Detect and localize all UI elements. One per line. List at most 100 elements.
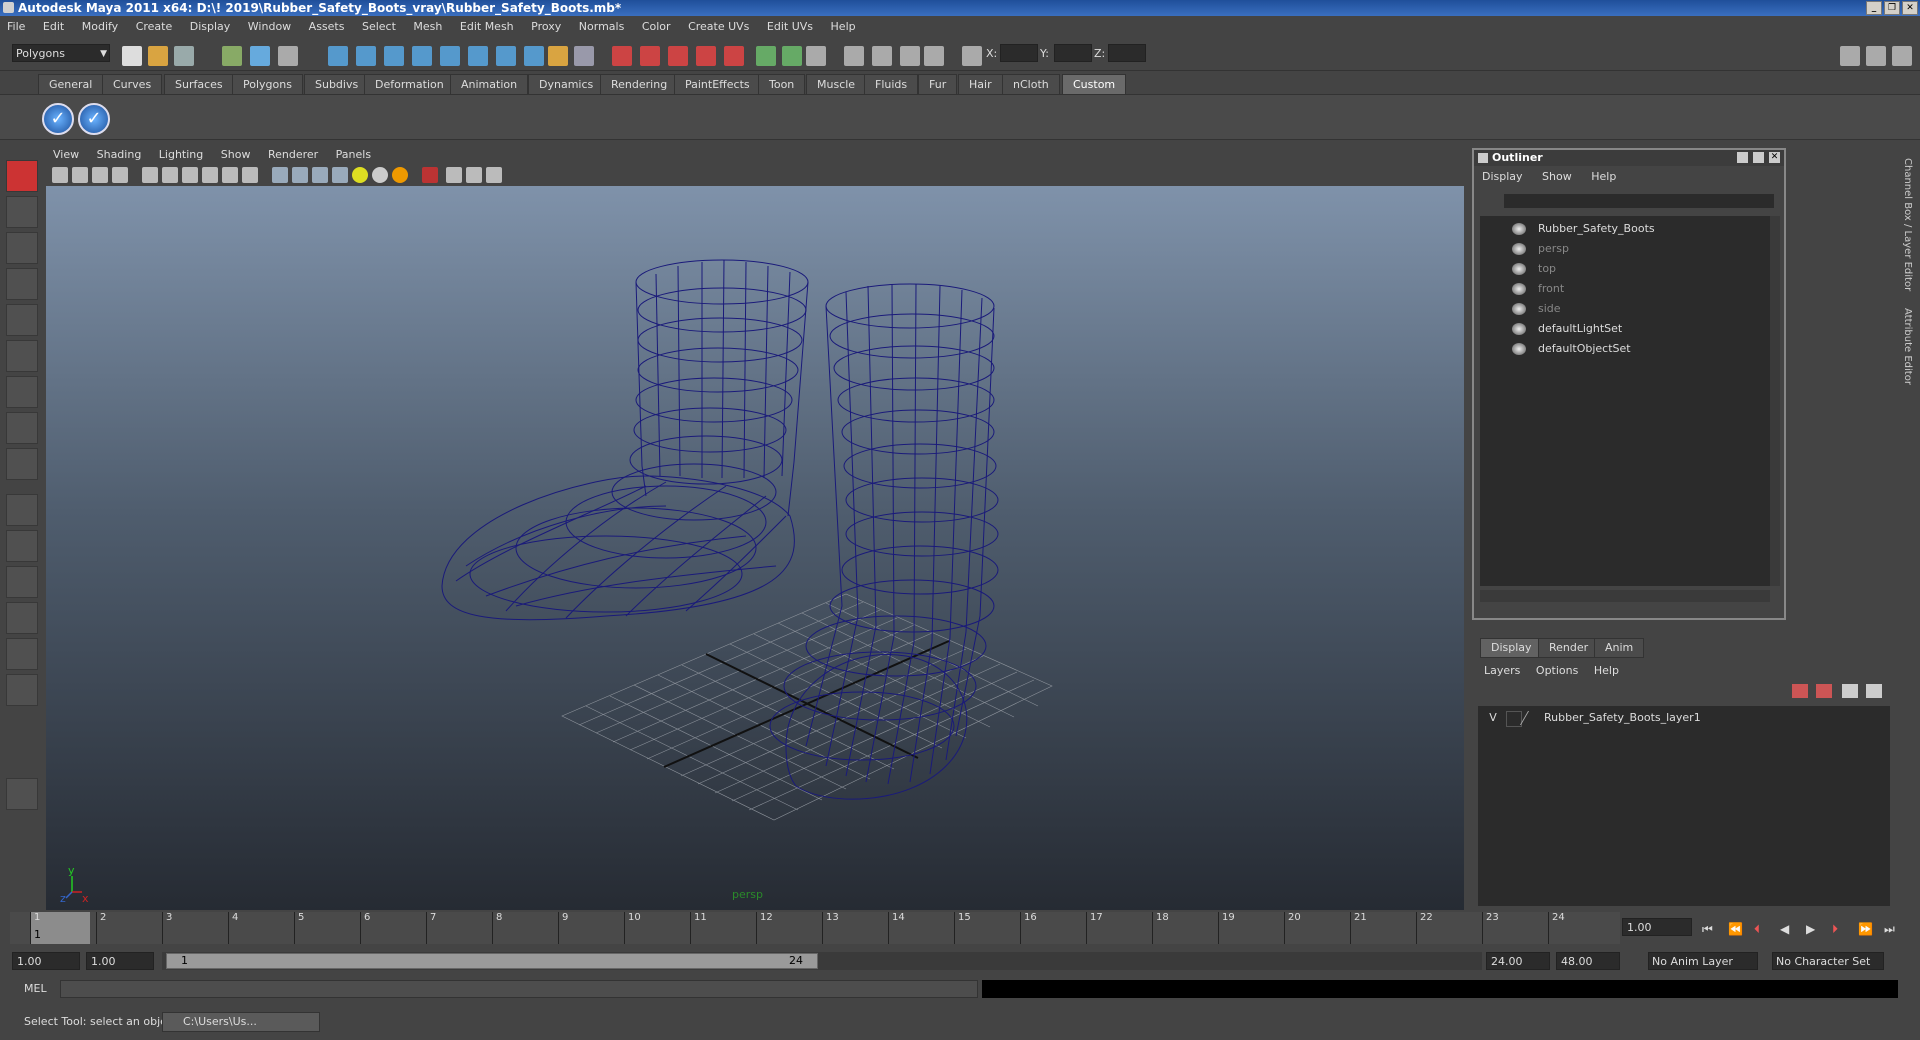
outliner-item[interactable]: top bbox=[1512, 260, 1556, 278]
viewport-menu-renderer[interactable]: Renderer bbox=[261, 148, 325, 161]
perspective-viewport[interactable]: y z x persp bbox=[46, 186, 1464, 910]
custom-layout-icon[interactable] bbox=[6, 674, 38, 706]
step-forward-frame-icon[interactable]: ⏩ bbox=[1858, 922, 1873, 936]
minimize-button[interactable]: _ bbox=[1866, 1, 1882, 15]
play-forwards-icon[interactable]: ▶ bbox=[1806, 922, 1815, 936]
graph-layout-icon[interactable] bbox=[6, 602, 38, 634]
last-tool-icon[interactable] bbox=[6, 448, 38, 480]
channel-box-toggle-icon[interactable] bbox=[1892, 46, 1912, 66]
menu-window[interactable]: Window bbox=[241, 20, 298, 33]
textured-icon[interactable] bbox=[332, 167, 348, 183]
menu-edit[interactable]: Edit bbox=[36, 20, 71, 33]
menu-select[interactable]: Select bbox=[355, 20, 403, 33]
scale-tool-icon[interactable] bbox=[6, 340, 38, 372]
time-slider[interactable]: 1 1 2 3 4 5 6 7 8 9 10 11 12 13 14 15 16 17 18 19 20 21 22 23 2… bbox=[10, 912, 1620, 944]
outliner-item[interactable]: persp bbox=[1512, 240, 1569, 258]
command-language-label[interactable]: MEL bbox=[24, 982, 47, 995]
layer-name[interactable]: Rubber_Safety_Boots_layer1 bbox=[1544, 708, 1701, 728]
outliner-menu-help[interactable]: Help bbox=[1583, 170, 1624, 183]
outliner-vertical-scrollbar[interactable] bbox=[1770, 216, 1780, 586]
layer-tab-anim[interactable]: Anim bbox=[1594, 638, 1645, 658]
viewport-menu-show[interactable]: Show bbox=[214, 148, 258, 161]
move-layer-up-icon[interactable] bbox=[1842, 684, 1858, 698]
outliner-close-button[interactable]: ✕ bbox=[1769, 152, 1780, 163]
default-lighting-icon[interactable] bbox=[352, 167, 368, 183]
help-icon[interactable] bbox=[524, 46, 544, 66]
menu-edit-mesh[interactable]: Edit Mesh bbox=[453, 20, 521, 33]
outliner-item[interactable]: defaultLightSet bbox=[1512, 320, 1622, 338]
tool-settings-toggle-icon[interactable] bbox=[1866, 46, 1886, 66]
four-view-layout-icon[interactable] bbox=[6, 530, 38, 562]
move-tool-icon[interactable] bbox=[6, 268, 38, 300]
menu-assets[interactable]: Assets bbox=[302, 20, 352, 33]
z-field[interactable] bbox=[1108, 44, 1146, 62]
layer-tab-render[interactable]: Render bbox=[1538, 638, 1600, 658]
play-backwards-icon[interactable]: ◀ bbox=[1780, 922, 1789, 936]
go-to-start-icon[interactable]: ⏮ bbox=[1702, 922, 1713, 937]
layer-visibility-toggle[interactable]: V bbox=[1484, 708, 1502, 728]
snap-grid-icon[interactable] bbox=[328, 46, 348, 66]
grid-toggle-icon[interactable] bbox=[142, 167, 158, 183]
checkmark-icon[interactable]: ✓ bbox=[42, 103, 74, 135]
outliner-item[interactable]: defaultObjectSet bbox=[1512, 340, 1631, 358]
layer-tab-display[interactable]: Display bbox=[1480, 638, 1543, 658]
shelf-tab-general[interactable]: General bbox=[38, 74, 104, 96]
animation-end-field[interactable]: 48.00 bbox=[1556, 952, 1620, 970]
snap-point-icon[interactable] bbox=[384, 46, 404, 66]
y-field[interactable] bbox=[1054, 44, 1092, 62]
shelf-tab-subdivs[interactable]: Subdivs bbox=[304, 74, 370, 96]
render-ipr-icon[interactable] bbox=[640, 46, 660, 66]
close-button[interactable]: ✕ bbox=[1902, 1, 1918, 15]
minimized-window[interactable]: C:\Users\Us... bbox=[162, 1012, 320, 1032]
menu-color[interactable]: Color bbox=[635, 20, 678, 33]
outliner-item[interactable]: side bbox=[1512, 300, 1561, 318]
smooth-shade-icon[interactable] bbox=[292, 167, 308, 183]
construction-icon[interactable] bbox=[496, 46, 516, 66]
move-layer-down-icon[interactable] bbox=[1866, 684, 1882, 698]
outliner-item[interactable]: Rubber_Safety_Boots bbox=[1512, 220, 1655, 238]
menu-create[interactable]: Create bbox=[129, 20, 180, 33]
absolute-transform-icon[interactable] bbox=[962, 46, 982, 66]
ipr-icon[interactable] bbox=[574, 46, 594, 66]
sculpt-icon[interactable] bbox=[844, 46, 864, 66]
shelf-tab-deformation[interactable]: Deformation bbox=[364, 74, 455, 96]
reflection-icon[interactable] bbox=[924, 46, 944, 66]
range-track[interactable]: 1 24 bbox=[162, 952, 1482, 970]
attribute-editor-tab[interactable]: Attribute Editor bbox=[1902, 308, 1913, 385]
input-field-icon[interactable] bbox=[756, 46, 776, 66]
xray-joints-icon[interactable] bbox=[466, 167, 482, 183]
channel-box-tab[interactable]: Channel Box / Layer Editor bbox=[1902, 158, 1913, 291]
snap-curve-icon[interactable] bbox=[356, 46, 376, 66]
render-settings-icon[interactable] bbox=[668, 46, 688, 66]
share-icon[interactable] bbox=[486, 167, 502, 183]
restore-button[interactable]: ❐ bbox=[1884, 1, 1900, 15]
hypershade-layout-icon[interactable] bbox=[6, 638, 38, 670]
menu-help[interactable]: Help bbox=[824, 20, 863, 33]
select-object-icon[interactable] bbox=[250, 46, 270, 66]
menu-edit-uvs[interactable]: Edit UVs bbox=[760, 20, 820, 33]
xray-icon[interactable] bbox=[446, 167, 462, 183]
resolution-gate-icon[interactable] bbox=[182, 167, 198, 183]
render-icon[interactable] bbox=[612, 46, 632, 66]
playback-end-field[interactable]: 24.00 bbox=[1486, 952, 1550, 970]
shadows-icon[interactable] bbox=[392, 167, 408, 183]
range-handle[interactable]: 1 24 bbox=[166, 953, 818, 969]
manipulator-tool-icon[interactable] bbox=[6, 376, 38, 408]
outliner-filter-field[interactable] bbox=[1504, 194, 1774, 208]
current-frame-field[interactable]: 1.00 bbox=[1622, 918, 1692, 936]
menu-create-uvs[interactable]: Create UVs bbox=[681, 20, 756, 33]
command-input[interactable] bbox=[60, 980, 978, 998]
menu-normals[interactable]: Normals bbox=[572, 20, 632, 33]
isolate-select-icon[interactable] bbox=[422, 167, 438, 183]
history-icon[interactable] bbox=[468, 46, 488, 66]
shelf-tab-dynamics[interactable]: Dynamics bbox=[528, 74, 605, 96]
shelf-tab-muscle[interactable]: Muscle bbox=[806, 74, 867, 96]
shelf-tab-curves[interactable]: Curves bbox=[102, 74, 163, 96]
wireframe-icon[interactable] bbox=[272, 167, 288, 183]
outliner-maximize-button[interactable] bbox=[1753, 152, 1764, 163]
camera-select-icon[interactable] bbox=[52, 167, 68, 183]
all-lights-icon[interactable] bbox=[372, 167, 388, 183]
viewport-menu-shading[interactable]: Shading bbox=[90, 148, 149, 161]
layer-row[interactable]: V Rubber_Safety_Boots_layer1 bbox=[1478, 708, 1888, 728]
film-gate-icon[interactable] bbox=[162, 167, 178, 183]
